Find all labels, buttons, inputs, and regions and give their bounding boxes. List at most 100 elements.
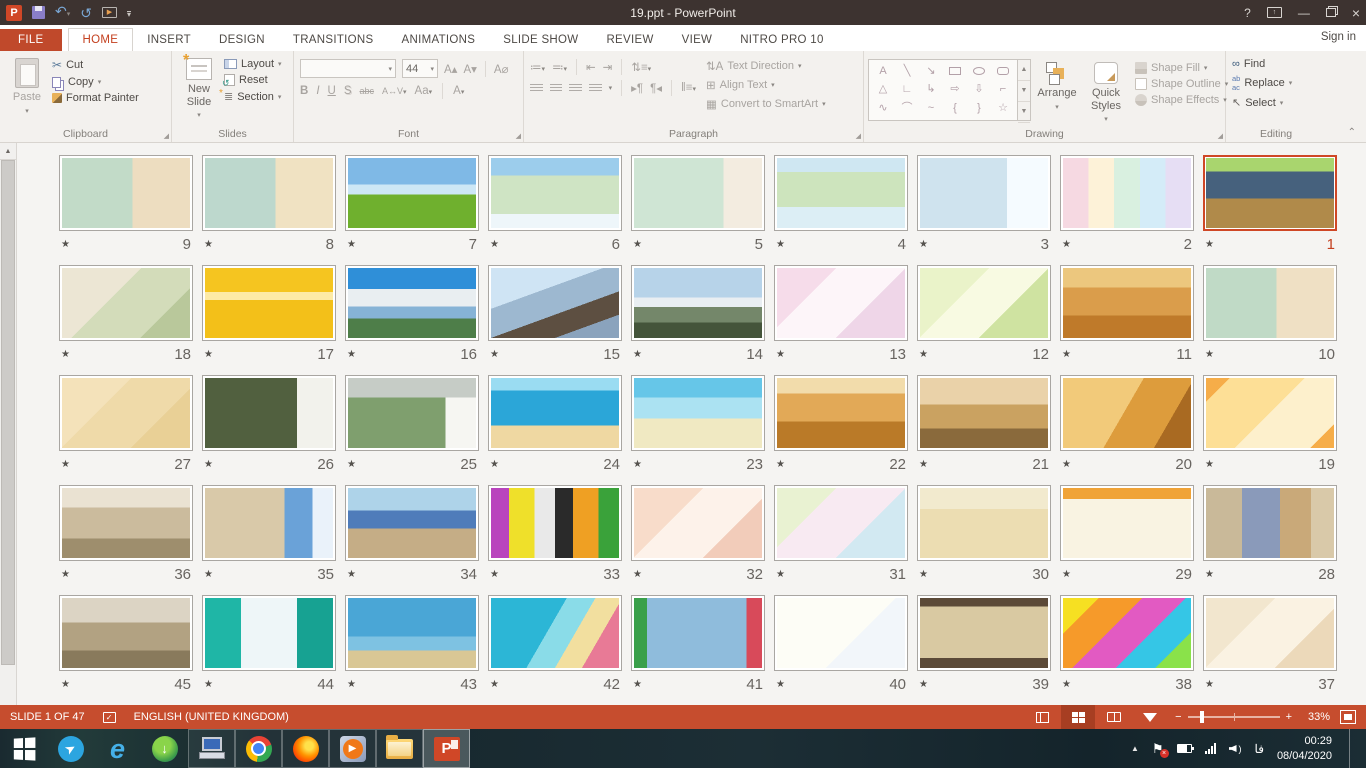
underline-button[interactable]: U xyxy=(328,85,336,97)
slide-thumbnail[interactable] xyxy=(1060,375,1194,451)
slide-show-button[interactable] xyxy=(1133,705,1167,729)
left-brace-shape-icon[interactable]: { xyxy=(953,103,957,114)
text-shadow-button[interactable]: S xyxy=(344,85,352,97)
taskbar-internet-explorer[interactable]: e xyxy=(94,729,141,768)
restore-button[interactable] xyxy=(1326,8,1336,17)
sign-in-link[interactable]: Sign in xyxy=(1321,31,1356,763)
slide-thumbnail[interactable] xyxy=(774,485,908,561)
animation-star-icon[interactable]: ★ xyxy=(347,459,356,470)
star-shape-icon[interactable]: ☆ xyxy=(998,103,1008,114)
align-center-button[interactable] xyxy=(550,84,563,93)
ribbon-tab-transitions[interactable]: TRANSITIONS xyxy=(279,29,388,51)
volume-icon[interactable]: ) xyxy=(1229,743,1242,754)
input-language-indicator[interactable]: فا xyxy=(1255,742,1264,756)
animation-star-icon[interactable]: ★ xyxy=(633,679,642,690)
slide-thumbnail[interactable] xyxy=(917,485,1051,561)
slide-thumbnail[interactable] xyxy=(1203,265,1337,341)
slide-thumbnail[interactable] xyxy=(774,265,908,341)
animation-star-icon[interactable]: ★ xyxy=(776,459,785,470)
copy-button[interactable]: Copy▾ xyxy=(52,76,139,88)
animation-star-icon[interactable]: ★ xyxy=(1205,569,1214,580)
slide-thumbnail[interactable] xyxy=(631,485,765,561)
text-direction-button[interactable]: ⇅AText Direction▾ xyxy=(706,59,826,73)
shape-gallery-down-icon[interactable]: ▼ xyxy=(1018,81,1030,102)
ribbon-tab-slide-show[interactable]: SLIDE SHOW xyxy=(489,29,592,51)
slide-thumbnail[interactable] xyxy=(345,155,479,231)
ribbon-tab-insert[interactable]: INSERT xyxy=(133,29,205,51)
undo-icon[interactable]: ↶▾ xyxy=(55,4,70,22)
animation-star-icon[interactable]: ★ xyxy=(61,239,70,250)
section-button[interactable]: ≣Section▾ xyxy=(224,90,282,103)
taskbar-kmplayer[interactable]: ▶ xyxy=(329,729,376,768)
undo-dropdown-icon[interactable]: ▾ xyxy=(67,11,71,18)
animation-star-icon[interactable]: ★ xyxy=(61,569,70,580)
line-spacing-button[interactable]: ⇅≡▾ xyxy=(631,60,651,74)
quick-styles-button[interactable]: Quick Styles ▾ xyxy=(1083,59,1129,126)
animation-star-icon[interactable]: ★ xyxy=(919,679,928,690)
slide-thumbnail[interactable] xyxy=(202,375,336,451)
slide-thumbnail[interactable] xyxy=(917,265,1051,341)
clipboard-dialog-launcher[interactable]: ◢ xyxy=(164,132,169,140)
redo-icon[interactable]: ↺ xyxy=(80,6,92,20)
bullets-button[interactable]: ≔▾ xyxy=(530,60,545,74)
spellcheck-icon[interactable]: ✓ xyxy=(103,712,116,723)
slide-thumbnail[interactable] xyxy=(59,595,193,671)
animation-star-icon[interactable]: ★ xyxy=(1205,679,1214,690)
slide-thumbnail[interactable] xyxy=(59,375,193,451)
slide-thumbnail[interactable] xyxy=(774,375,908,451)
zoom-in-button[interactable]: + xyxy=(1286,711,1292,723)
minimize-button[interactable]: — xyxy=(1298,6,1310,20)
slide-thumbnail[interactable] xyxy=(488,485,622,561)
arc-shape-icon[interactable]: ⌒ xyxy=(902,103,913,114)
rectangle-shape-icon[interactable] xyxy=(949,67,961,75)
ribbon-tab-nitro-pro-10[interactable]: NITRO PRO 10 xyxy=(726,29,837,51)
rtl-button[interactable]: ¶◂ xyxy=(650,81,662,95)
animation-star-icon[interactable]: ★ xyxy=(633,239,642,250)
taskbar-chrome[interactable] xyxy=(235,729,282,768)
taskbar-telegram[interactable]: ➤ xyxy=(47,729,94,768)
animation-star-icon[interactable]: ★ xyxy=(1205,239,1214,250)
hidden-icons-button[interactable]: ▲ xyxy=(1131,744,1139,753)
animation-star-icon[interactable]: ★ xyxy=(490,679,499,690)
zoom-out-button[interactable]: − xyxy=(1175,711,1181,723)
justify-button[interactable] xyxy=(589,84,602,93)
corner-shape-icon[interactable]: ⌐ xyxy=(1000,84,1006,95)
taskbar-remote-keyboard[interactable] xyxy=(188,729,235,768)
animation-star-icon[interactable]: ★ xyxy=(490,459,499,470)
slide-thumbnail[interactable] xyxy=(917,155,1051,231)
format-painter-button[interactable]: Format Painter xyxy=(52,92,139,104)
slide-thumbnail[interactable] xyxy=(345,485,479,561)
align-text-button[interactable]: ⊞Align Text▾ xyxy=(706,78,826,92)
animation-star-icon[interactable]: ★ xyxy=(347,239,356,250)
slide-thumbnail[interactable] xyxy=(1203,155,1337,231)
animation-star-icon[interactable]: ★ xyxy=(204,679,213,690)
decrease-font-size-button[interactable]: A▾ xyxy=(463,62,476,76)
text-box-shape-icon[interactable]: A xyxy=(879,66,886,77)
slide-thumbnail[interactable] xyxy=(1060,265,1194,341)
start-from-beginning-icon[interactable]: ▶ xyxy=(102,7,117,18)
shape-outline-button[interactable]: Shape Outline▾ xyxy=(1135,78,1228,90)
columns-button[interactable]: ‖≡▾ xyxy=(681,82,696,94)
ribbon-tab-design[interactable]: DESIGN xyxy=(205,29,279,51)
slide-thumbnail[interactable] xyxy=(774,155,908,231)
slide-thumbnail[interactable] xyxy=(774,595,908,671)
animation-star-icon[interactable]: ★ xyxy=(490,349,499,360)
slide-thumbnail[interactable] xyxy=(202,485,336,561)
bold-button[interactable]: B xyxy=(300,85,308,97)
slide-thumbnail[interactable] xyxy=(59,485,193,561)
animation-star-icon[interactable]: ★ xyxy=(1062,239,1071,250)
animation-star-icon[interactable]: ★ xyxy=(61,349,70,360)
animation-star-icon[interactable]: ★ xyxy=(776,349,785,360)
start-button[interactable] xyxy=(0,729,47,768)
reading-view-button[interactable] xyxy=(1097,705,1131,729)
animation-star-icon[interactable]: ★ xyxy=(490,569,499,580)
convert-smartart-button[interactable]: ▦Convert to SmartArt▾ xyxy=(706,97,826,111)
right-block-arrow-icon[interactable]: ⇨ xyxy=(950,84,959,95)
scrollbar-thumb[interactable] xyxy=(1,160,15,665)
slide-thumbnail[interactable] xyxy=(202,595,336,671)
customize-qat-icon[interactable]: ▾ xyxy=(127,11,131,18)
increase-font-size-button[interactable]: A▴ xyxy=(444,62,457,76)
font-name-combo[interactable]: ▾ xyxy=(300,59,396,78)
slide-counter[interactable]: SLIDE 1 OF 47 xyxy=(10,711,85,723)
paste-dropdown-icon[interactable]: ▾ xyxy=(25,107,29,115)
